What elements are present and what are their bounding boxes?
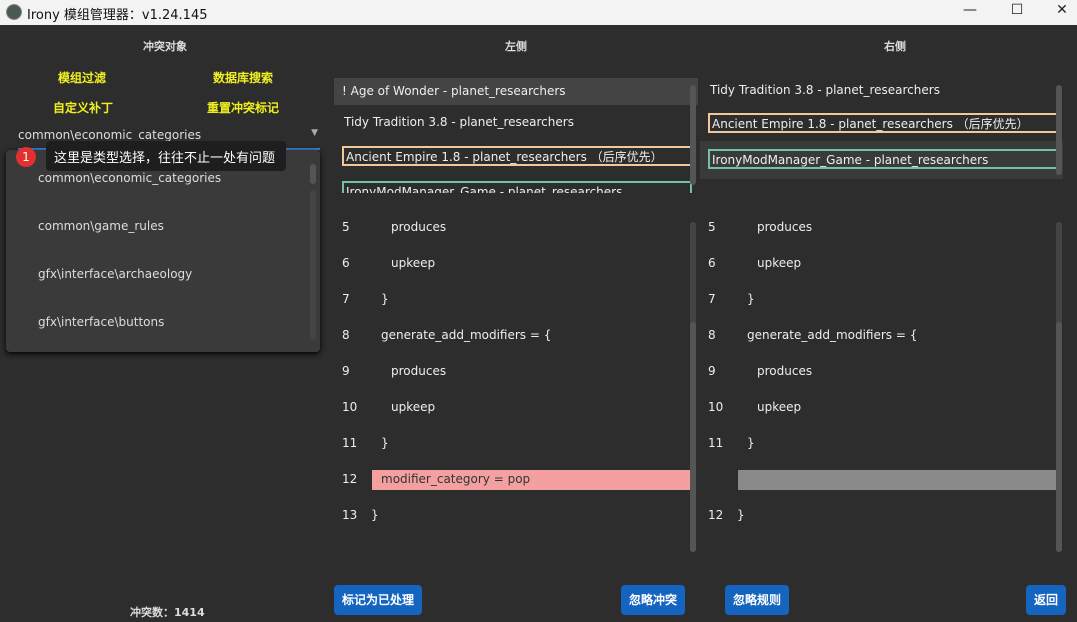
list-item[interactable]: Ancient Empire 1.8 - planet_researchers … (708, 113, 1058, 133)
left-mod-list: ! Age of Wonder - planet_researchers Tid… (334, 73, 698, 193)
line-number: 10 (342, 400, 358, 414)
code-line[interactable]: } (747, 292, 755, 306)
mod-filter-link[interactable]: 模组过滤 (58, 69, 106, 86)
custom-patch-link[interactable]: 自定义补丁 (53, 99, 113, 116)
code-line[interactable]: modifier_category = pop (381, 472, 530, 486)
line-number: 13 (342, 508, 358, 522)
database-search-link[interactable]: 数据库搜索 (213, 69, 273, 86)
line-number: 12 (342, 472, 358, 486)
diff-highlight (738, 470, 1057, 490)
tooltip: 这里是类型选择，往往不止一处有问题 (46, 141, 286, 171)
list-item[interactable]: Tidy Tradition 3.8 - planet_researchers (708, 81, 940, 101)
line-number: 11 (342, 436, 358, 450)
line-number: 11 (708, 436, 724, 450)
scrollbar[interactable] (1056, 85, 1062, 175)
back-button[interactable]: 返回 (1026, 585, 1066, 615)
list-item[interactable]: common\economic_categories (38, 171, 221, 185)
list-item[interactable]: Ancient Empire 1.8 - planet_researchers … (342, 146, 692, 166)
line-number: 5 (708, 220, 716, 234)
minimize-button[interactable]: — (955, 2, 985, 22)
scrollbar[interactable] (310, 164, 316, 184)
line-number: 8 (342, 328, 350, 342)
line-number: 6 (708, 256, 716, 270)
right-code-scrollbar[interactable] (1056, 322, 1062, 552)
code-line[interactable]: produces (757, 364, 812, 378)
line-number: 12 (708, 508, 724, 522)
list-item[interactable]: IronyModManager_Game - planet_researcher… (708, 149, 1058, 169)
conflict-objects-header: 冲突对象 (143, 40, 187, 53)
right-code-view: 5 produces 6 upkeep 7} 8 generate_add_modifier… (700, 210, 1063, 550)
code-line[interactable]: produces (391, 220, 446, 234)
list-item[interactable]: common\game_rules (38, 219, 164, 233)
list-item[interactable]: IronyModManager_Game - planet_researcher… (342, 181, 692, 193)
code-line[interactable]: } (381, 292, 389, 306)
scrollbar[interactable] (690, 85, 696, 185)
mark-resolved-button[interactable]: 标记为已处理 (334, 585, 422, 615)
left-code-scrollbar[interactable] (690, 322, 696, 552)
ignore-rules-button[interactable]: 忽略规则 (725, 585, 789, 615)
code-line[interactable]: } (371, 508, 379, 522)
ignore-conflict-button[interactable]: 忽略冲突 (621, 585, 685, 615)
step-badge: 1 (16, 147, 36, 167)
code-line[interactable]: } (747, 436, 755, 450)
line-number: 7 (708, 292, 716, 306)
close-button[interactable]: ✕ (1047, 2, 1077, 22)
chevron-down-icon: ▼ (311, 128, 318, 138)
type-select-value: common\economic_categories (18, 128, 202, 142)
left-side-header: 左侧 (505, 40, 527, 53)
list-item[interactable]: gfx\interface\archaeology (38, 267, 192, 281)
code-line[interactable]: upkeep (757, 400, 801, 414)
code-line[interactable]: } (737, 508, 745, 522)
code-line[interactable]: upkeep (391, 400, 435, 414)
line-number: 5 (342, 220, 350, 234)
maximize-button[interactable]: ☐ (1002, 2, 1032, 22)
line-number: 7 (342, 292, 350, 306)
line-number: 9 (342, 364, 350, 378)
conflict-count: 冲突数：1414 (130, 606, 205, 619)
code-line[interactable]: produces (757, 220, 812, 234)
title-bar: Irony 模组管理器：v1.24.145 — ☐ ✕ (0, 0, 1077, 25)
right-mod-list: Tidy Tradition 3.8 - planet_researchers … (700, 73, 1063, 179)
code-line[interactable]: } (381, 436, 389, 450)
line-number: 8 (708, 328, 716, 342)
code-line[interactable]: generate_add_modifiers = { (381, 328, 551, 342)
window-title: Irony 模组管理器：v1.24.145 (27, 8, 208, 23)
type-dropdown-list: common\economic_categories common\game_r… (6, 150, 320, 352)
list-item[interactable]: Tidy Tradition 3.8 - planet_researchers (342, 113, 574, 133)
code-line[interactable]: upkeep (757, 256, 801, 270)
left-code-view: 5 produces 6 upkeep 7} 8 generate_add_modifier… (334, 210, 698, 550)
app-logo-icon (6, 4, 22, 20)
code-line[interactable]: generate_add_modifiers = { (747, 328, 917, 342)
right-side-header: 右侧 (884, 40, 906, 53)
line-number: 6 (342, 256, 350, 270)
line-number: 10 (708, 400, 724, 414)
code-line[interactable]: produces (391, 364, 446, 378)
code-line[interactable]: upkeep (391, 256, 435, 270)
list-item[interactable]: gfx\interface\buttons (38, 315, 164, 329)
scrollbar-track (310, 190, 316, 340)
list-item[interactable]: ! Age of Wonder - planet_researchers (334, 78, 698, 105)
reset-conflict-marks-link[interactable]: 重置冲突标记 (207, 99, 279, 116)
line-number: 9 (708, 364, 716, 378)
